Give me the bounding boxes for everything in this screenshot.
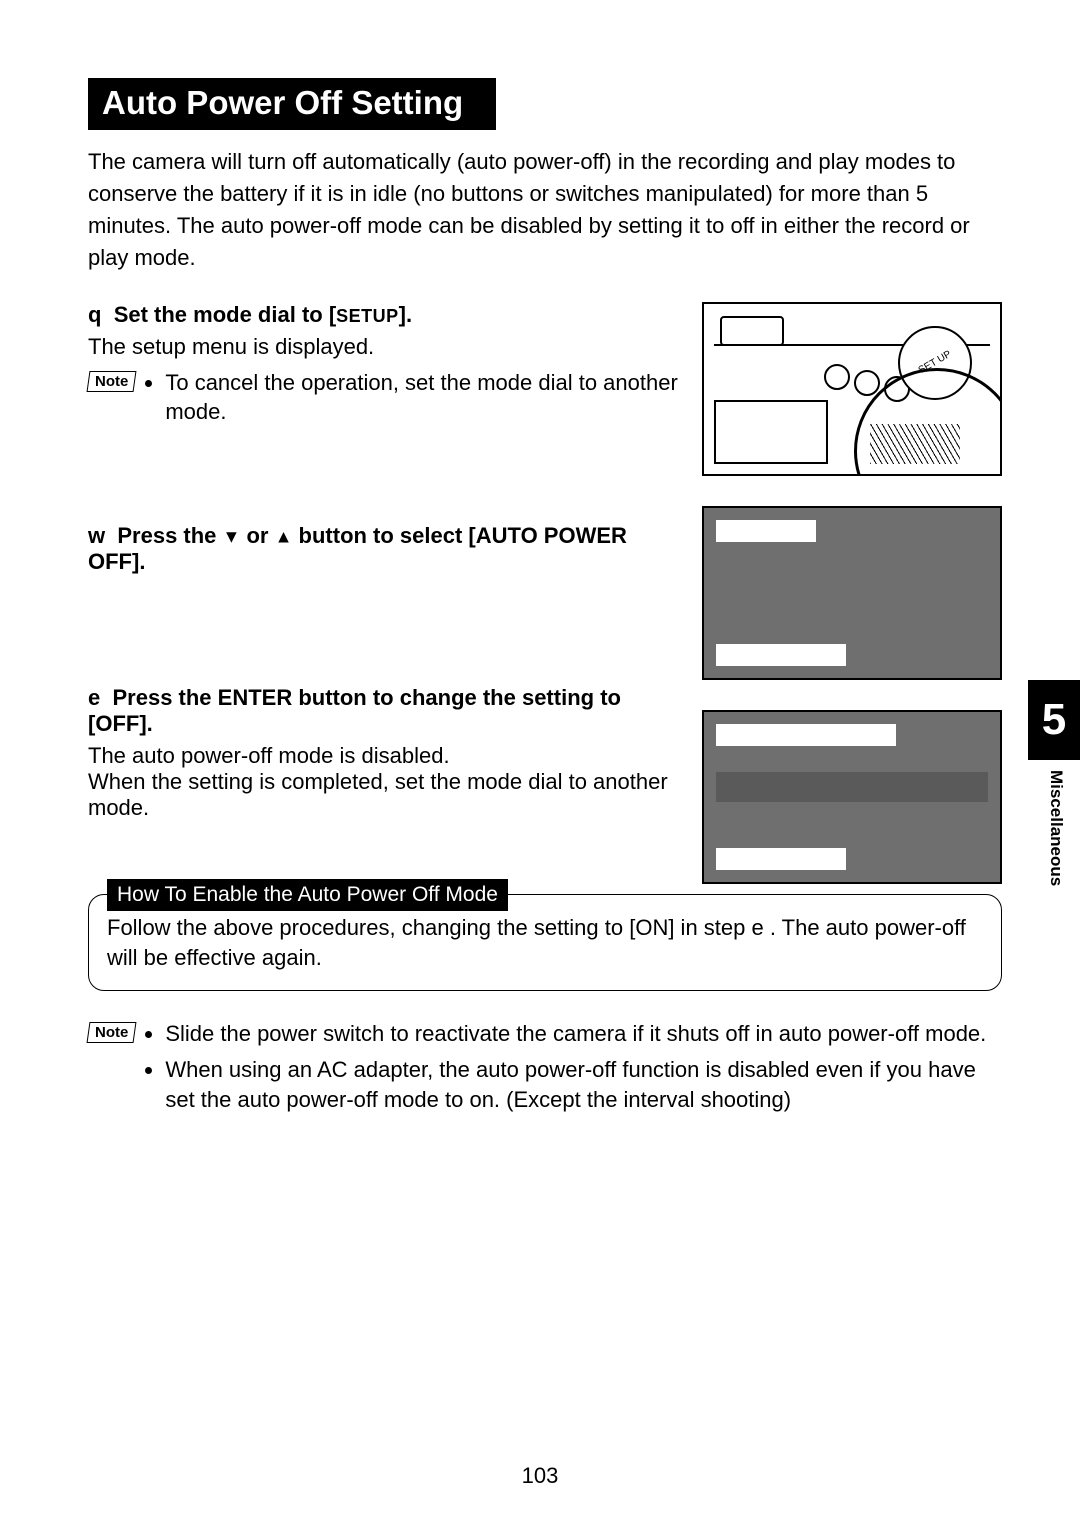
enable-box-body: Follow the above procedures, changing th… [107, 913, 983, 975]
step3-marker: e [88, 685, 100, 710]
step1-note-bullet: To cancel the operation, set the mode di… [165, 368, 678, 427]
lcd-screen-1 [702, 506, 1002, 680]
bottom-note: Note Slide the power switch to reactivat… [88, 1019, 1002, 1120]
page-number: 103 [0, 1463, 1080, 1489]
step1-body: The setup menu is displayed. [88, 334, 678, 360]
note-icon: Note [87, 371, 137, 392]
section-title: Auto Power Off Setting [88, 78, 496, 130]
left-column: q Set the mode dial to [SETUP]. The setu… [88, 302, 678, 884]
bottom-note-bullet-1: Slide the power switch to reactivate the… [165, 1019, 1002, 1049]
step3-body: The auto power-off mode is disabled. Whe… [88, 743, 678, 821]
bottom-note-bullet-2: When using an AC adapter, the auto power… [165, 1055, 1002, 1114]
step1-marker: q [88, 302, 101, 327]
right-column: SET UP [702, 302, 1002, 884]
camera-illustration: SET UP [702, 302, 1002, 476]
step1-setup-word: SETUP [336, 306, 399, 326]
step2-marker: w [88, 523, 105, 548]
intro-paragraph: The camera will turn off automatically (… [88, 146, 1002, 274]
chapter-label: Miscellaneous [1046, 770, 1066, 886]
step-1: q Set the mode dial to [SETUP]. The setu… [88, 302, 678, 433]
step2-heading-a: Press the [117, 523, 222, 548]
step-3: e Press the ENTER button to change the s… [88, 625, 678, 821]
up-triangle-icon: ▲ [275, 527, 293, 547]
enable-box-title: How To Enable the Auto Power Off Mode [107, 879, 508, 911]
step2-heading-b: or [240, 523, 274, 548]
step1-heading-a: Set the mode dial to [ [114, 302, 336, 327]
down-triangle-icon: ▼ [223, 527, 241, 547]
note-icon: Note [87, 1022, 137, 1043]
step-2: w Press the ▼ or ▲ button to select [AUT… [88, 483, 678, 575]
lcd-screen-2 [702, 710, 1002, 884]
step3-heading: Press the ENTER button to change the set… [88, 685, 621, 736]
step1-heading-b: ]. [399, 302, 412, 327]
chapter-tab: 5 [1028, 680, 1080, 760]
enable-box: How To Enable the Auto Power Off Mode Fo… [88, 894, 1002, 992]
